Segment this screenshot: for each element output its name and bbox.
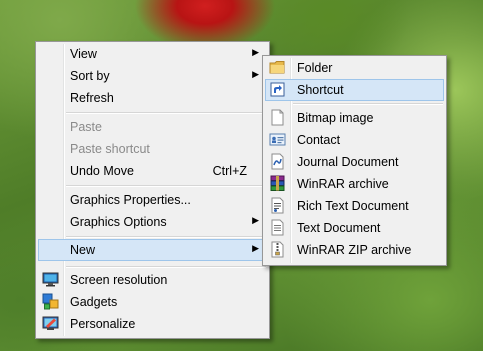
submenu-item-journal-document-label: Journal Document — [297, 155, 399, 169]
desktop-context-menu: View ▶ Sort by ▶ Refresh Paste Paste sho… — [35, 41, 270, 339]
gadgets-icon — [42, 293, 59, 310]
personalize-icon — [42, 315, 59, 332]
submenu-item-rich-text-document[interactable]: Rich Text Document — [265, 195, 444, 217]
new-submenu: Folder Shortcut Bitmap image Contact Jou… — [262, 55, 447, 266]
menu-item-graphics-options-label: Graphics Options — [70, 215, 167, 229]
menu-item-personalize[interactable]: Personalize — [38, 313, 267, 335]
submenu-item-bitmap-image[interactable]: Bitmap image — [265, 107, 444, 129]
menu-item-graphics-options[interactable]: Graphics Options ▶ — [38, 211, 267, 233]
menu-separator — [66, 236, 266, 238]
menu-item-graphics-properties[interactable]: Graphics Properties... — [38, 189, 267, 211]
menu-item-paste[interactable]: Paste — [38, 116, 267, 138]
submenu-item-winrar-zip-archive-label: WinRAR ZIP archive — [297, 243, 412, 257]
menu-item-sort-by-label: Sort by — [70, 69, 110, 83]
menu-item-view[interactable]: View ▶ — [38, 43, 267, 65]
screen-resolution-icon — [42, 271, 59, 288]
contact-icon — [269, 131, 286, 148]
text-document-icon — [269, 219, 286, 236]
submenu-item-contact-label: Contact — [297, 133, 341, 147]
menu-item-undo-move[interactable]: Undo Move Ctrl+Z — [38, 160, 267, 182]
menu-item-personalize-label: Personalize — [70, 317, 136, 331]
submenu-item-winrar-archive-label: WinRAR archive — [297, 177, 389, 191]
menu-item-new[interactable]: New ▶ — [38, 239, 267, 261]
submenu-item-shortcut[interactable]: Shortcut — [265, 79, 444, 101]
menu-item-graphics-properties-label: Graphics Properties... — [70, 193, 191, 207]
submenu-arrow-icon: ▶ — [252, 47, 259, 57]
menu-separator — [66, 112, 266, 114]
menu-item-refresh[interactable]: Refresh — [38, 87, 267, 109]
menu-item-screen-resolution-label: Screen resolution — [70, 273, 168, 287]
menu-item-paste-shortcut[interactable]: Paste shortcut — [38, 138, 267, 160]
menu-separator — [293, 103, 443, 105]
menu-item-undo-move-label: Undo Move — [70, 164, 134, 178]
menu-item-gadgets[interactable]: Gadgets — [38, 291, 267, 313]
submenu-item-shortcut-label: Shortcut — [297, 83, 344, 97]
menu-item-undo-move-shortcut: Ctrl+Z — [212, 164, 247, 178]
submenu-arrow-icon: ▶ — [252, 243, 259, 253]
submenu-item-text-document-label: Text Document — [297, 221, 381, 235]
menu-item-paste-shortcut-label: Paste shortcut — [70, 142, 150, 156]
folder-icon — [269, 59, 286, 76]
submenu-item-folder-label: Folder — [297, 61, 333, 75]
shortcut-icon — [269, 81, 286, 98]
submenu-item-text-document[interactable]: Text Document — [265, 217, 444, 239]
submenu-arrow-icon: ▶ — [252, 215, 259, 225]
submenu-item-winrar-zip-archive[interactable]: WinRAR ZIP archive — [265, 239, 444, 261]
submenu-item-bitmap-image-label: Bitmap image — [297, 111, 374, 125]
rich-text-document-icon — [269, 197, 286, 214]
journal-document-icon — [269, 153, 286, 170]
menu-item-paste-label: Paste — [70, 120, 102, 134]
submenu-item-folder[interactable]: Folder — [265, 57, 444, 79]
submenu-item-journal-document[interactable]: Journal Document — [265, 151, 444, 173]
menu-item-screen-resolution[interactable]: Screen resolution — [38, 269, 267, 291]
menu-item-refresh-label: Refresh — [70, 91, 114, 105]
winrar-zip-archive-icon — [269, 241, 286, 258]
menu-item-view-label: View — [70, 47, 97, 61]
winrar-archive-icon — [269, 175, 286, 192]
menu-item-new-label: New — [70, 243, 96, 257]
submenu-item-winrar-archive[interactable]: WinRAR archive — [265, 173, 444, 195]
submenu-item-contact[interactable]: Contact — [265, 129, 444, 151]
bitmap-image-icon — [269, 109, 286, 126]
menu-item-gadgets-label: Gadgets — [70, 295, 118, 309]
submenu-item-rich-text-document-label: Rich Text Document — [297, 199, 409, 213]
menu-item-sort-by[interactable]: Sort by ▶ — [38, 65, 267, 87]
menu-separator — [66, 266, 266, 268]
menu-separator — [66, 185, 266, 187]
submenu-arrow-icon: ▶ — [252, 69, 259, 79]
